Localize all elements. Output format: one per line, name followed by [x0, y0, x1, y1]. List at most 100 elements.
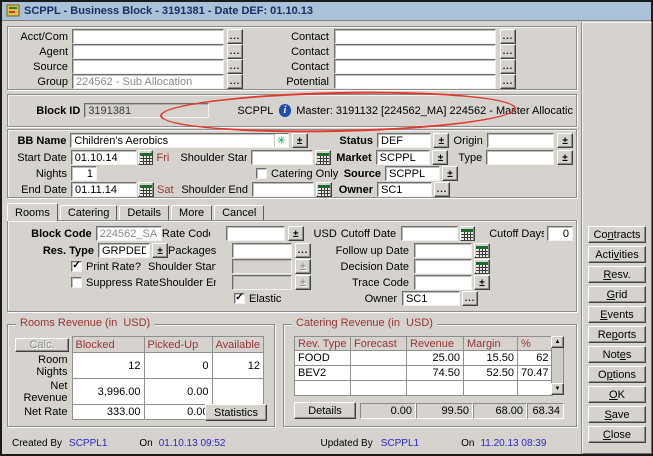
contact1-lookup-button[interactable]: ...	[500, 29, 516, 44]
res-type-field[interactable]: GRPDED	[98, 243, 150, 258]
contact2-field[interactable]	[334, 44, 496, 59]
start-date-calendar-button[interactable]	[138, 150, 154, 165]
activities-button[interactable]: Activities	[588, 246, 646, 263]
suppress-rate-checkbox[interactable]	[71, 277, 82, 288]
contact3-field[interactable]	[334, 59, 496, 74]
origin-field[interactable]	[487, 133, 554, 148]
type-lov-button[interactable]: ±	[557, 150, 573, 165]
tab-strip: Rooms Catering Details More Cancel	[7, 203, 266, 220]
acct-com-field[interactable]	[72, 29, 224, 44]
tab-shoulder-start-label: Shoulder Start	[148, 261, 216, 273]
rate-code-field[interactable]	[226, 226, 284, 241]
nights-field[interactable]: 1	[71, 166, 97, 181]
follow-up-date-field[interactable]	[414, 243, 472, 258]
potential-lookup-button[interactable]: ...	[500, 74, 516, 89]
elastic-checkbox[interactable]: ✓	[234, 293, 245, 304]
end-date-calendar-button[interactable]	[138, 182, 154, 197]
cutoff-days-field[interactable]: 0	[547, 226, 573, 241]
block-code-label: Block Code	[14, 228, 92, 240]
bb-name-field[interactable]: Children's Aerobics ✳	[70, 133, 288, 148]
bb-name-lov-button[interactable]: ±	[292, 133, 308, 148]
resv-button[interactable]: Resv.	[588, 266, 646, 283]
contact2-lookup-button[interactable]: ...	[500, 44, 516, 59]
potential-field[interactable]	[334, 74, 496, 89]
bb-owner-field[interactable]: SC1	[377, 182, 432, 197]
statistics-button[interactable]: Statistics	[205, 404, 267, 421]
shoulder-start-field[interactable]	[251, 150, 313, 165]
reports-button[interactable]: Reports	[588, 326, 646, 343]
market-field[interactable]: SCPPL	[376, 150, 431, 165]
green-asterisk-icon[interactable]: ✳	[274, 134, 288, 147]
packages-lookup-button[interactable]: ...	[295, 243, 311, 258]
plus-minus-icon: ±	[439, 136, 445, 147]
tab-more[interactable]: More	[171, 205, 212, 220]
status-label: Status	[326, 135, 373, 147]
origin-lov-button[interactable]: ±	[557, 133, 573, 148]
tab-rooms[interactable]: Rooms	[7, 203, 58, 221]
ok-button[interactable]: OK	[588, 386, 646, 403]
decision-calendar-button[interactable]	[474, 259, 490, 274]
contracts-button[interactable]: Contracts	[588, 226, 646, 243]
contact3-lookup-button[interactable]: ...	[500, 59, 516, 74]
shoulder-end-field[interactable]	[252, 182, 314, 197]
info-icon[interactable]: i	[279, 104, 292, 117]
packages-field[interactable]	[232, 243, 292, 258]
bb-owner-label: Owner	[332, 184, 373, 196]
follow-up-calendar-button[interactable]	[474, 243, 490, 258]
cutoff-date-field[interactable]	[401, 226, 458, 241]
updated-by-value: SCPPL1	[381, 438, 419, 449]
bb-source-lov-button[interactable]: ±	[442, 166, 458, 181]
type-field[interactable]	[486, 150, 554, 165]
notes-button[interactable]: Notes	[588, 346, 646, 363]
shoulder-end-calendar-button[interactable]	[316, 182, 332, 197]
tab-owner-lookup-button[interactable]: ...	[462, 291, 478, 306]
trace-code-field[interactable]	[414, 275, 472, 290]
catering-scrollbar[interactable]: ▲ ▼	[551, 336, 564, 395]
bb-source-field[interactable]: SCPPL	[385, 166, 440, 181]
tab-catering[interactable]: Catering	[60, 205, 118, 220]
contact1-field[interactable]	[334, 29, 496, 44]
title-bar[interactable]: SCPPL - Business Block - 3191381 - Date …	[2, 2, 651, 21]
tab-owner-field[interactable]: SC1	[402, 291, 460, 306]
status-lov-button[interactable]: ±	[433, 133, 449, 148]
tab-details[interactable]: Details	[119, 205, 169, 220]
events-button[interactable]: Events	[588, 306, 646, 323]
source-field[interactable]	[72, 59, 224, 74]
save-button[interactable]: Save	[588, 406, 646, 423]
catering-only-label: Catering Only	[271, 168, 343, 180]
group-lookup-button[interactable]: ...	[227, 74, 243, 89]
plus-minus-icon: ±	[293, 229, 299, 240]
acct-com-lookup-button[interactable]: ...	[227, 29, 243, 44]
tab-cancel[interactable]: Cancel	[214, 205, 264, 220]
res-type-lov-button[interactable]: ±	[152, 243, 168, 258]
details-button[interactable]: Details	[294, 402, 356, 419]
print-rate-checkbox[interactable]: ✓	[71, 261, 82, 272]
market-lov-button[interactable]: ±	[432, 150, 448, 165]
cutoff-date-calendar-button[interactable]	[460, 226, 476, 241]
catering-only-checkbox[interactable]	[256, 168, 267, 179]
grid-button[interactable]: Grid	[588, 286, 646, 303]
trace-code-lov-button[interactable]: ±	[474, 275, 490, 290]
decision-date-field[interactable]	[414, 259, 472, 274]
rate-code-lov-button[interactable]: ±	[288, 226, 304, 241]
scroll-up-icon[interactable]: ▲	[551, 336, 564, 348]
source-lookup-button[interactable]: ...	[227, 59, 243, 74]
group-label: Group	[14, 76, 68, 88]
start-day-text: Fri	[156, 152, 180, 164]
end-date-field[interactable]: 01.11.14	[71, 182, 137, 197]
options-button[interactable]: Options	[588, 366, 646, 383]
catering-revenue-groupbox: Catering Revenue (in USD) Rev. Type Fore…	[283, 324, 577, 427]
tab-shoulder-end-label: Shoulder End	[159, 277, 216, 289]
agent-lookup-button[interactable]: ...	[227, 44, 243, 59]
total-revenue: 99.50	[416, 403, 473, 419]
scroll-down-icon[interactable]: ▼	[551, 383, 564, 395]
tab-owner-label: Owner	[299, 293, 397, 305]
shoulder-start-calendar-button[interactable]	[315, 150, 331, 165]
block-id-field: 3191381	[84, 103, 209, 118]
group-field[interactable]: 224562 - Sub Allocation	[72, 74, 224, 89]
start-date-field[interactable]: 01.10.14	[71, 150, 137, 165]
agent-field[interactable]	[72, 44, 224, 59]
close-button[interactable]: Close	[588, 426, 646, 443]
status-field[interactable]: DEF	[377, 133, 431, 148]
bb-owner-lookup-button[interactable]: ...	[434, 182, 450, 197]
